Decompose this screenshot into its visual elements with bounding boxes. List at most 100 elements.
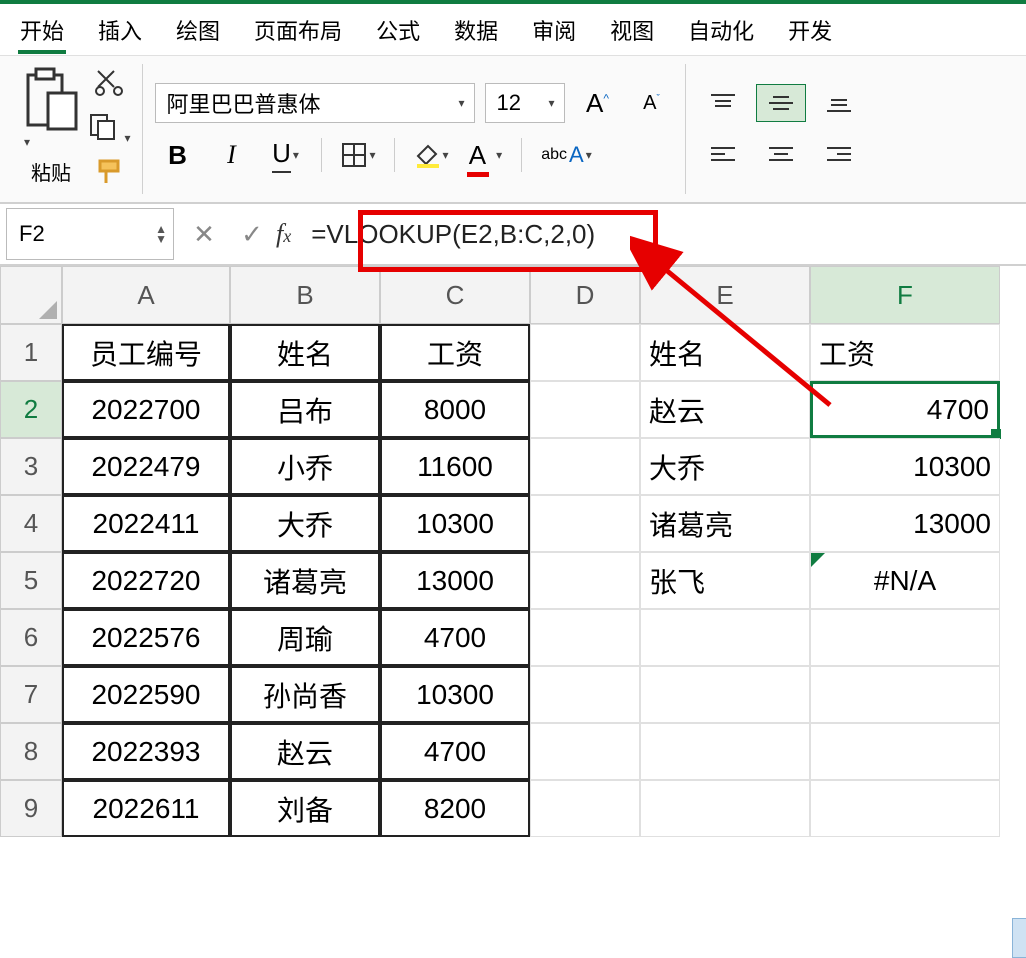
cancel-formula-button[interactable]: ✕ (180, 219, 228, 250)
cell-F7[interactable] (810, 666, 1000, 723)
cell-E8[interactable] (640, 723, 810, 780)
cell-F3[interactable]: 10300 (810, 438, 1000, 495)
col-header-A[interactable]: A (62, 266, 230, 324)
cut-button[interactable] (94, 67, 124, 102)
cell-D5[interactable] (530, 552, 640, 609)
tab-home[interactable]: 开始 (18, 10, 66, 54)
cell-F6[interactable] (810, 609, 1000, 666)
cell-B7[interactable]: 孙尚香 (230, 666, 380, 723)
cell-C2[interactable]: 8000 (380, 381, 530, 438)
cell-A2[interactable]: 2022700 (62, 381, 230, 438)
tab-developer[interactable]: 开发 (786, 10, 834, 50)
copy-button[interactable]: ▾ (88, 112, 130, 147)
cell-B9[interactable]: 刘备 (230, 780, 380, 837)
cell-C8[interactable]: 4700 (380, 723, 530, 780)
col-header-F[interactable]: F (810, 266, 1000, 324)
paste-button[interactable]: ▾ (22, 67, 80, 151)
cell-F5[interactable]: #N/A (810, 552, 1000, 609)
align-top-button[interactable] (698, 84, 748, 122)
side-panel-tab[interactable] (1012, 918, 1026, 958)
cell-F4[interactable]: 13000 (810, 495, 1000, 552)
decrease-font-button[interactable]: Aˇ (629, 83, 673, 123)
cell-D3[interactable] (530, 438, 640, 495)
name-box[interactable]: F2 ▲▼ (6, 208, 174, 260)
cell-D1[interactable] (530, 324, 640, 381)
row-header-3[interactable]: 3 (0, 438, 62, 495)
align-middle-button[interactable] (756, 84, 806, 122)
phonetic-guide-button[interactable]: abcA ▾ (536, 135, 596, 175)
align-bottom-button[interactable] (814, 84, 864, 122)
col-header-B[interactable]: B (230, 266, 380, 324)
tab-formulas[interactable]: 公式 (374, 10, 422, 50)
cell-F8[interactable] (810, 723, 1000, 780)
name-box-stepper[interactable]: ▲▼ (155, 224, 167, 244)
cell-D8[interactable] (530, 723, 640, 780)
cell-B1[interactable]: 姓名 (230, 324, 380, 381)
cell-A8[interactable]: 2022393 (62, 723, 230, 780)
cell-C1[interactable]: 工资 (380, 324, 530, 381)
cell-F2[interactable]: 4700 (810, 381, 1000, 438)
cell-E9[interactable] (640, 780, 810, 837)
row-header-8[interactable]: 8 (0, 723, 62, 780)
cell-E1[interactable]: 姓名 (640, 324, 810, 381)
font-size-select[interactable]: 12 ▾ (485, 83, 565, 123)
tab-data[interactable]: 数据 (452, 10, 500, 50)
tab-review[interactable]: 审阅 (530, 10, 578, 50)
cell-E4[interactable]: 诸葛亮 (640, 495, 810, 552)
align-left-button[interactable] (698, 136, 748, 174)
tab-automate[interactable]: 自动化 (686, 10, 756, 50)
cell-D6[interactable] (530, 609, 640, 666)
cell-E3[interactable]: 大乔 (640, 438, 810, 495)
cell-D9[interactable] (530, 780, 640, 837)
tab-draw[interactable]: 绘图 (174, 10, 222, 50)
font-name-select[interactable]: 阿里巴巴普惠体 ▾ (155, 83, 475, 123)
row-header-1[interactable]: 1 (0, 324, 62, 381)
row-header-9[interactable]: 9 (0, 780, 62, 837)
cell-E7[interactable] (640, 666, 810, 723)
align-right-button[interactable] (814, 136, 864, 174)
row-header-2[interactable]: 2 (0, 381, 62, 438)
col-header-E[interactable]: E (640, 266, 810, 324)
font-color-button[interactable]: A ▾ (463, 135, 507, 175)
cell-A5[interactable]: 2022720 (62, 552, 230, 609)
select-all-corner[interactable] (0, 266, 62, 324)
cell-B8[interactable]: 赵云 (230, 723, 380, 780)
cell-C3[interactable]: 11600 (380, 438, 530, 495)
cell-E5[interactable]: 张飞 (640, 552, 810, 609)
col-header-D[interactable]: D (530, 266, 640, 324)
cell-B5[interactable]: 诸葛亮 (230, 552, 380, 609)
cell-C9[interactable]: 8200 (380, 780, 530, 837)
cell-B4[interactable]: 大乔 (230, 495, 380, 552)
row-header-6[interactable]: 6 (0, 609, 62, 666)
cell-A3[interactable]: 2022479 (62, 438, 230, 495)
fx-icon[interactable]: fx (276, 219, 291, 249)
row-header-7[interactable]: 7 (0, 666, 62, 723)
format-painter-button[interactable] (94, 157, 124, 192)
tab-page-layout[interactable]: 页面布局 (252, 10, 344, 50)
cell-A7[interactable]: 2022590 (62, 666, 230, 723)
underline-button[interactable]: U▾ (263, 135, 307, 175)
cell-C5[interactable]: 13000 (380, 552, 530, 609)
cell-A9[interactable]: 2022611 (62, 780, 230, 837)
tab-view[interactable]: 视图 (608, 10, 656, 50)
row-header-5[interactable]: 5 (0, 552, 62, 609)
cell-B2[interactable]: 吕布 (230, 381, 380, 438)
borders-button[interactable]: ▾ (336, 135, 380, 175)
cell-C6[interactable]: 4700 (380, 609, 530, 666)
col-header-C[interactable]: C (380, 266, 530, 324)
bold-button[interactable]: B (155, 135, 199, 175)
cell-E2[interactable]: 赵云 (640, 381, 810, 438)
fill-color-button[interactable]: ▾ (409, 135, 453, 175)
cell-D2[interactable] (530, 381, 640, 438)
increase-font-button[interactable]: A^ (575, 83, 619, 123)
cell-E6[interactable] (640, 609, 810, 666)
cell-F9[interactable] (810, 780, 1000, 837)
row-header-4[interactable]: 4 (0, 495, 62, 552)
align-center-button[interactable] (756, 136, 806, 174)
enter-formula-button[interactable]: ✓ (228, 219, 276, 250)
italic-button[interactable]: I (209, 135, 253, 175)
cell-B3[interactable]: 小乔 (230, 438, 380, 495)
cell-C7[interactable]: 10300 (380, 666, 530, 723)
formula-input[interactable]: =VLOOKUP(E2,B:C,2,0) (301, 215, 1026, 254)
tab-insert[interactable]: 插入 (96, 10, 144, 50)
